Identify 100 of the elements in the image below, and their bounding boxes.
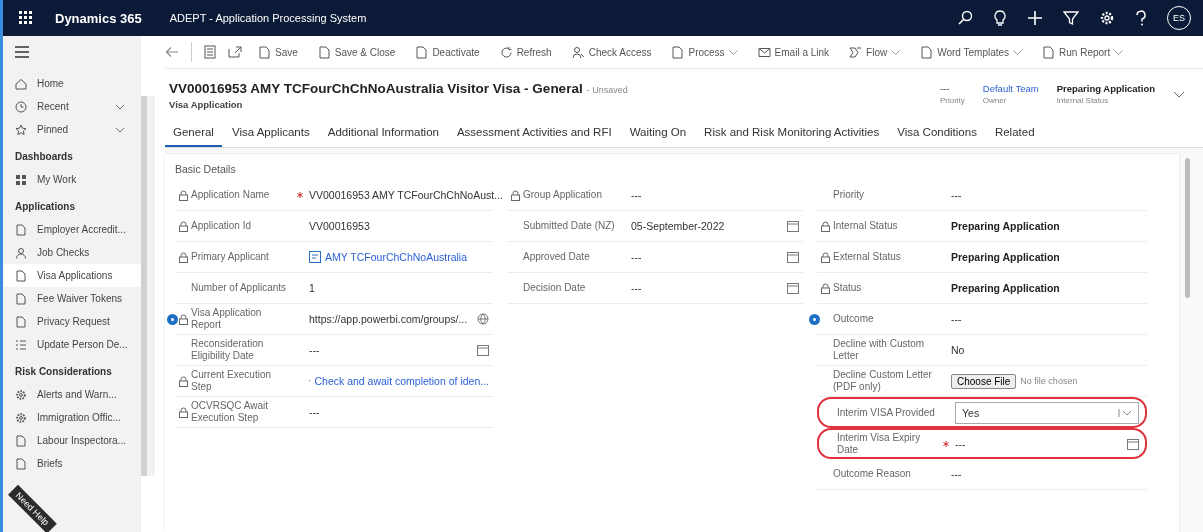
info-badge-icon	[809, 314, 820, 325]
document-icon	[1042, 45, 1056, 59]
field-label: Outcome Reason	[833, 468, 911, 480]
nav-section-heading: Risk Considerations	[14, 365, 113, 379]
tab[interactable]: Additional Information	[319, 119, 447, 147]
nav-item[interactable]: Home	[3, 72, 141, 95]
section-title: Basic Details	[175, 162, 237, 177]
header-field-value[interactable]: Default Team	[982, 83, 1039, 94]
file-status: No file chosen	[1020, 376, 1078, 386]
lightbulb-icon[interactable]	[993, 10, 1007, 26]
nav-item[interactable]: Employer Accredit...	[3, 218, 141, 241]
help-icon[interactable]	[1135, 10, 1147, 26]
field-value[interactable]: ---	[631, 282, 642, 294]
lookup-link[interactable]: AMY TCFourChChNoAustralia	[325, 251, 467, 263]
tab[interactable]: Visa Applicants	[223, 119, 318, 147]
document-icon	[15, 269, 27, 282]
person-icon	[571, 45, 585, 59]
field-value[interactable]: 05-September-2022	[631, 220, 725, 232]
field-value: ---	[309, 406, 320, 418]
field-value: ---	[951, 189, 962, 201]
field-value: Preparing Application	[951, 220, 1060, 232]
header-field-value: ---	[939, 83, 951, 94]
tab[interactable]: Visa Conditions	[889, 119, 985, 147]
gear-icon	[15, 388, 27, 401]
choose-file-button[interactable]: Choose File	[951, 373, 1017, 389]
settings-icon[interactable]	[1099, 10, 1115, 26]
header-field-value: Preparing Application	[1056, 83, 1155, 94]
field-label: Priority	[833, 189, 865, 201]
nav-item[interactable]: My Work	[3, 168, 141, 191]
grid-icon	[15, 173, 27, 186]
nav-item[interactable]: Pinned	[3, 118, 141, 141]
field-value: VV00016953	[309, 220, 370, 232]
nav-item[interactable]: Briefs	[3, 452, 141, 475]
nav-item[interactable]: Privacy Request	[3, 310, 141, 333]
nav-item[interactable]: Immigration Offic...	[3, 406, 141, 429]
document-icon	[415, 45, 429, 59]
calendar-icon[interactable]	[787, 282, 799, 294]
search-icon[interactable]	[957, 10, 973, 26]
globe-icon[interactable]	[477, 313, 489, 325]
field-value: Preparing Application	[951, 282, 1060, 294]
list-icon	[15, 338, 27, 351]
filter-icon[interactable]	[1063, 10, 1079, 26]
chevron-down-icon[interactable]	[115, 126, 125, 133]
tab[interactable]: Risk and Risk Monitoring Activities	[696, 119, 888, 147]
field-label: Number of Applicants	[191, 282, 287, 294]
field-label: External Status	[833, 251, 901, 263]
toolbar-button[interactable]: Run Report	[1038, 45, 1128, 59]
nav-item[interactable]: Labour Inspectora...	[3, 429, 141, 452]
record-title: VV00016953 AMY TCFourChChNoAustralia Visitor Visa - General	[169, 80, 583, 96]
toolbar-button[interactable]: Refresh	[495, 45, 556, 59]
field-value[interactable]: ---	[631, 251, 642, 263]
document-icon	[317, 45, 331, 59]
toolbar-button[interactable]: Email a Link	[753, 45, 834, 59]
field-value: VV00016953 AMY TCFourChChNoAust...	[309, 189, 503, 201]
document-icon	[15, 315, 27, 328]
flow-icon	[849, 45, 863, 59]
scrollbar-thumb[interactable]	[1185, 158, 1190, 298]
calendar-icon[interactable]	[1127, 437, 1139, 450]
back-arrow-icon[interactable]	[165, 46, 179, 58]
tab[interactable]: Assessment Activities and RFI	[448, 119, 620, 147]
mail-icon	[757, 45, 771, 59]
nav-item[interactable]: Fee Waiver Tokens	[3, 287, 141, 310]
tab[interactable]: Waiting On	[621, 119, 695, 147]
toolbar-button[interactable]: Save & Close	[313, 45, 400, 59]
nav-item[interactable]: Update Person De...	[3, 333, 141, 356]
calendar-icon[interactable]	[787, 251, 799, 263]
scrollbar[interactable]	[141, 96, 155, 476]
chevron-down-icon[interactable]	[115, 103, 125, 110]
toolbar-button[interactable]: Check Access	[567, 45, 656, 59]
calendar-icon[interactable]	[787, 220, 799, 232]
calendar-icon[interactable]	[477, 344, 489, 356]
menu-icon[interactable]	[15, 46, 29, 58]
form-icon[interactable]	[204, 45, 216, 59]
lookup-link[interactable]: Check and await completion of iden...	[314, 375, 489, 387]
tab[interactable]: Related	[986, 119, 1043, 147]
field-value[interactable]: ---	[309, 344, 320, 356]
field-value[interactable]: ---	[955, 437, 966, 450]
nav-item[interactable]: Job Checks	[3, 241, 141, 264]
toolbar-button[interactable]: Save	[254, 45, 302, 59]
toolbar-button[interactable]: Flow	[845, 45, 905, 59]
document-icon	[15, 223, 27, 236]
toolbar-button[interactable]: Deactivate	[411, 45, 484, 59]
nav-item[interactable]: Alerts and Warn...	[3, 383, 141, 406]
refresh-icon	[499, 45, 513, 59]
app-name[interactable]: Dynamics 365	[55, 10, 142, 26]
plus-icon[interactable]	[1027, 10, 1043, 26]
field-label: Status	[833, 282, 862, 294]
chevron-down-icon	[1114, 49, 1124, 55]
dropdown-field[interactable]: Yes	[955, 401, 1139, 424]
nav-item[interactable]: Recent	[3, 95, 141, 118]
field-value[interactable]: https://app.powerbi.com/groups/...	[309, 313, 468, 325]
chevron-down-icon[interactable]	[1173, 90, 1185, 98]
toolbar-button[interactable]: Process	[667, 45, 742, 59]
gear-icon	[15, 411, 27, 424]
toolbar-button[interactable]: Word Templates	[916, 45, 1027, 59]
field-label: Reconsideration Eligibility Date	[191, 338, 265, 362]
open-window-icon[interactable]	[228, 46, 242, 58]
app-launcher-icon[interactable]	[19, 11, 33, 25]
chevron-down-icon	[891, 49, 901, 55]
nav-item[interactable]: Visa Applications	[3, 264, 141, 287]
